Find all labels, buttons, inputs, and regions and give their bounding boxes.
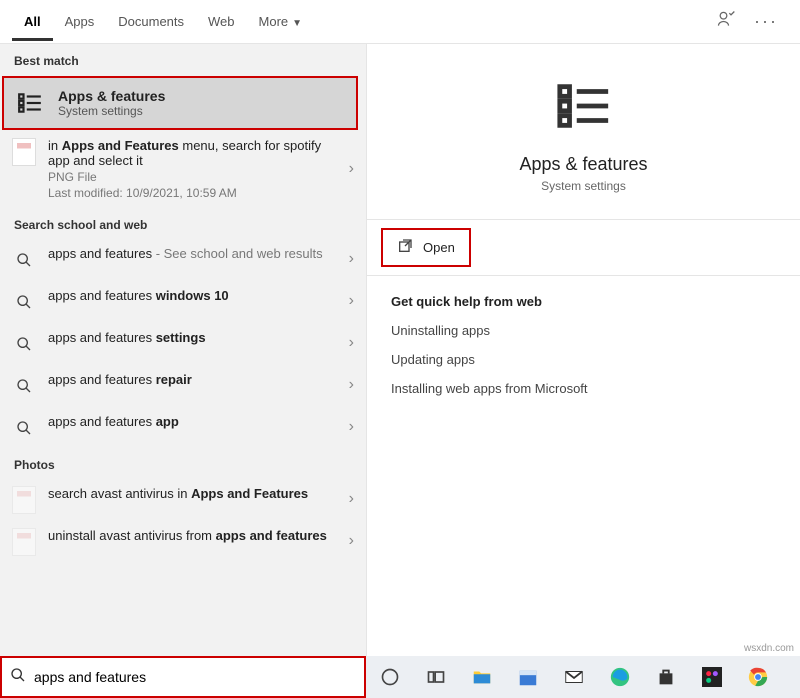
top-icons: ··· [716,9,788,34]
chevron-right-icon[interactable]: › [349,292,354,310]
open-button[interactable]: Open [381,228,471,267]
feedback-icon[interactable] [716,9,736,34]
tab-web[interactable]: Web [196,3,247,41]
figma-icon[interactable] [700,665,724,689]
chevron-down-icon: ▼ [292,18,302,29]
web-result-1[interactable]: apps and features windows 10 › [0,280,366,322]
photo-result-0[interactable]: search avast antivirus in Apps and Featu… [0,478,366,520]
chevron-right-icon[interactable]: › [349,532,354,550]
png-result-type: PNG File [48,170,337,184]
section-photos: Photos [0,448,366,478]
preview-panel: Apps & features System settings Open Get… [366,44,800,656]
thumbnail-icon [12,140,36,164]
section-search-web: Search school and web [0,208,366,238]
file-explorer-icon[interactable] [470,665,494,689]
web-result-4[interactable]: apps and features app › [0,406,366,448]
calendar-icon[interactable] [516,665,540,689]
png-result-modified: Last modified: 10/9/2021, 10:59 AM [48,186,337,200]
help-link-2[interactable]: Installing web apps from Microsoft [391,381,776,396]
search-icon [12,332,36,356]
tab-apps[interactable]: Apps [53,3,107,41]
web-result-3[interactable]: apps and features repair › [0,364,366,406]
store-icon[interactable] [654,665,678,689]
more-options-icon[interactable]: ··· [754,11,778,32]
search-box[interactable] [0,656,366,698]
photo-result-1[interactable]: uninstall avast antivirus from apps and … [0,520,366,562]
tab-all[interactable]: All [12,3,53,41]
preview-title: Apps & features [519,154,647,175]
taskbar [366,656,800,698]
best-match-subtitle: System settings [58,104,165,118]
chrome-icon[interactable] [746,665,770,689]
apps-features-icon [16,89,44,117]
help-link-1[interactable]: Updating apps [391,352,776,367]
tab-more-label: More [259,14,289,29]
best-match-title: Apps & features [58,88,165,104]
help-link-0[interactable]: Uninstalling apps [391,323,776,338]
help-title: Get quick help from web [391,294,776,309]
results-panel: Best match Apps & features System settin… [0,44,366,656]
watermark: wsxdn.com [744,643,794,654]
chevron-right-icon[interactable]: › [349,250,354,268]
web-result-0[interactable]: apps and features - See school and web r… [0,238,366,280]
tab-documents[interactable]: Documents [106,3,196,41]
chevron-right-icon[interactable]: › [349,376,354,394]
thumbnail-icon [12,488,36,512]
help-section: Get quick help from web Uninstalling app… [367,276,800,428]
search-icon [12,416,36,440]
web-result-2[interactable]: apps and features settings › [0,322,366,364]
search-icon [12,290,36,314]
chevron-right-icon[interactable]: › [349,160,354,178]
open-label: Open [423,240,455,255]
best-match-item[interactable]: Apps & features System settings [4,78,356,128]
preview-subtitle: System settings [541,179,626,193]
search-input[interactable] [34,669,356,685]
best-match-highlight: Apps & features System settings [2,76,358,130]
cortana-icon[interactable] [378,665,402,689]
preview-icon [552,74,616,138]
open-icon [397,238,413,257]
png-result[interactable]: in Apps and Features menu, search for sp… [0,130,366,208]
search-tabs: All Apps Documents Web More▼ ··· [0,0,800,44]
chevron-right-icon[interactable]: › [349,418,354,436]
thumbnail-icon [12,530,36,554]
section-best-match: Best match [0,44,366,74]
mail-icon[interactable] [562,665,586,689]
task-view-icon[interactable] [424,665,448,689]
edge-icon[interactable] [608,665,632,689]
search-icon [12,374,36,398]
chevron-right-icon[interactable]: › [349,334,354,352]
search-icon [12,248,36,272]
tab-more[interactable]: More▼ [247,3,315,41]
chevron-right-icon[interactable]: › [349,490,354,508]
png-result-title: in Apps and Features menu, search for sp… [48,138,337,168]
search-icon [10,667,26,688]
